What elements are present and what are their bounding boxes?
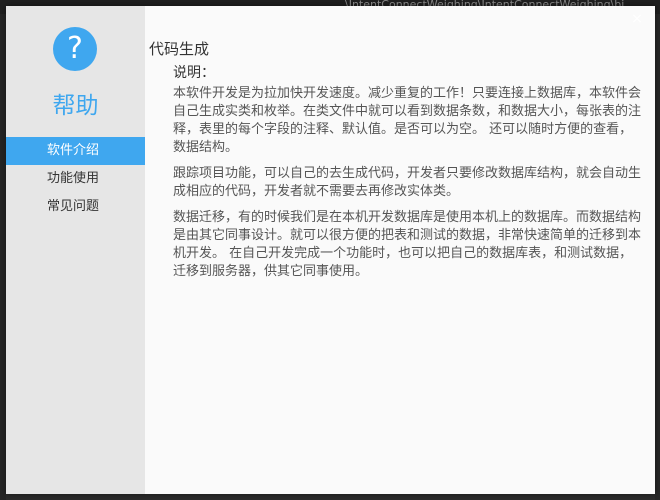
help-nav: 软件介绍 功能使用 常见问题 xyxy=(6,137,145,221)
question-mark-icon: ? xyxy=(53,27,97,71)
nav-item-feature-usage[interactable]: 功能使用 xyxy=(6,165,145,193)
nav-item-software-intro[interactable]: 软件介绍 xyxy=(6,137,145,165)
help-title: 帮助 xyxy=(52,93,99,119)
close-icon[interactable]: × xyxy=(630,12,644,26)
background-window-right xyxy=(655,14,660,500)
help-content: 代码生成 说明： 本软件开发是为拉加快开发速度。减少重复的工作！只要连接上数据库… xyxy=(149,38,644,289)
paragraph-migration: 数据迁移，有的时候我们是在本机开发数据库是使用本机上的数据库。而数据结构是由其它… xyxy=(173,210,642,279)
help-sidebar: ? 帮助 软件介绍 功能使用 常见问题 xyxy=(6,6,145,494)
paragraph-tracking: 跟踪项目功能，可以自己的去生成代码，开发者只要修改数据库结构，就会自动生成相应的… xyxy=(173,166,642,199)
paragraph-intro: 本软件开发是为拉加快开发速度。减少重复的工作！只要连接上数据库，本软件会自己生成… xyxy=(173,86,642,155)
nav-item-faq[interactable]: 常见问题 xyxy=(6,193,145,221)
help-dialog: ? 帮助 软件介绍 功能使用 常见问题 代码生成 说明： 本软件开发是为拉加快开… xyxy=(6,6,655,494)
section-title: 代码生成 xyxy=(149,40,210,58)
sub-title: 说明： xyxy=(173,65,215,81)
